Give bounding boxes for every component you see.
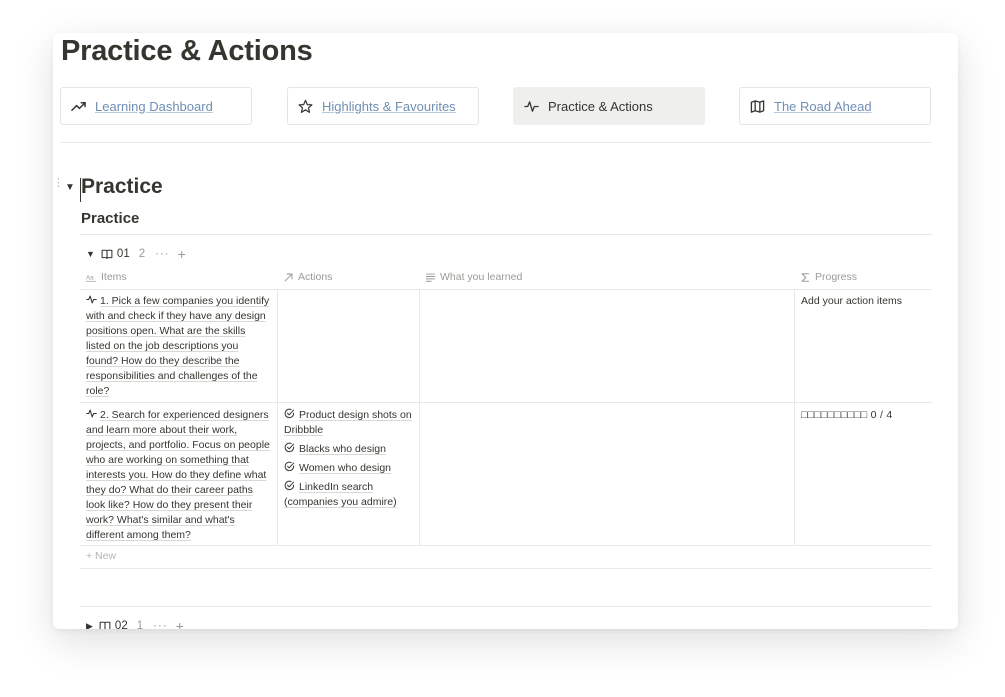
nav-link-highlights[interactable]: Highlights & Favourites (322, 99, 456, 114)
action-label[interactable]: LinkedIn search (companies you admire) (284, 481, 397, 508)
column-header-learned[interactable]: What you learned (425, 271, 522, 283)
nav-link-road-ahead[interactable]: The Road Ahead (774, 99, 872, 114)
nav-card-highlights[interactable]: Highlights & Favourites (287, 87, 479, 125)
column-header-actions[interactable]: Actions (283, 271, 332, 283)
column-label: Items (101, 271, 127, 283)
check-circle-icon (284, 461, 295, 472)
divider (80, 234, 932, 235)
group-name: 01 (116, 248, 130, 260)
database-view-title[interactable]: Practice (81, 210, 139, 227)
group-count: 1 (136, 620, 144, 629)
progress-text: Add your action items (801, 295, 902, 307)
progress-text: □□□□□□□□□□ 0 / 4 (801, 409, 893, 421)
group-add-icon[interactable]: + (178, 246, 186, 262)
group-header-02[interactable]: ▶ 02 1 ··· + (86, 618, 184, 629)
nav-link-learning-dashboard[interactable]: Learning Dashboard (95, 99, 213, 114)
cell-actions[interactable] (277, 289, 419, 402)
item-title[interactable]: 1. Pick a few companies you identify wit… (86, 295, 269, 397)
relation-arrow-icon (284, 273, 293, 281)
column-header-items[interactable]: Aa Items (86, 271, 127, 283)
check-circle-icon (284, 442, 295, 453)
new-row-label[interactable]: + New (86, 550, 116, 562)
cell-progress[interactable]: □□□□□□□□□□ 0 / 4 (794, 403, 932, 545)
cell-learned[interactable] (419, 289, 794, 402)
nav-card-road-ahead[interactable]: The Road Ahead (739, 87, 931, 125)
text-property-icon: Aa (86, 274, 97, 282)
column-label: Progress (815, 271, 858, 283)
action-item[interactable]: Product design shots on Dribbble (284, 408, 413, 438)
check-circle-icon (284, 480, 295, 491)
sigma-icon (801, 272, 809, 282)
activity-icon (86, 409, 97, 418)
svg-text:Aa: Aa (86, 274, 94, 281)
table-header: Aa Items Actions What you learned Progre… (80, 268, 932, 290)
table-row[interactable]: 2. Search for experienced designers and … (80, 403, 932, 546)
action-label[interactable]: Product design shots on Dribbble (284, 409, 412, 436)
group-more-icon[interactable]: ··· (155, 248, 170, 260)
action-label[interactable]: Women who design (299, 462, 391, 474)
toggle-caret-icon[interactable]: ▼ (65, 182, 75, 193)
group-more-icon[interactable]: ··· (153, 620, 168, 629)
map-icon (750, 99, 765, 113)
cell-item[interactable]: 2. Search for experienced designers and … (80, 403, 277, 545)
action-item[interactable]: Blacks who design (284, 442, 413, 457)
cell-learned[interactable] (419, 403, 794, 545)
divider (60, 142, 932, 143)
group-name: 02 (114, 620, 128, 629)
star-icon (298, 99, 313, 113)
item-title[interactable]: 2. Search for experienced designers and … (86, 409, 270, 541)
group-toggle-icon[interactable]: ▶ (86, 621, 93, 630)
action-label[interactable]: Blacks who design (299, 443, 386, 455)
group-count: 2 (138, 248, 146, 260)
activity-icon (86, 295, 97, 304)
divider (80, 606, 932, 607)
check-circle-icon (284, 408, 295, 419)
group-header-01[interactable]: ▼ 01 2 ··· + (86, 246, 186, 262)
book-icon (101, 249, 113, 260)
section-heading[interactable]: Practice (81, 175, 163, 199)
group-add-icon[interactable]: + (176, 618, 184, 629)
nav-card-learning-dashboard[interactable]: Learning Dashboard (60, 87, 252, 125)
cell-item[interactable]: 1. Pick a few companies you identify wit… (80, 289, 277, 402)
column-header-progress[interactable]: Progress (800, 271, 857, 283)
book-icon (99, 621, 111, 629)
new-row-button[interactable]: + New (80, 545, 932, 569)
text-lines-icon (425, 273, 436, 282)
activity-icon (524, 100, 539, 112)
trending-up-icon (71, 101, 86, 111)
nav-card-practice-actions[interactable]: Practice & Actions (513, 87, 705, 125)
notion-page-window: Practice & Actions Learning Dashboard Hi… (53, 33, 958, 629)
drag-handle-icon[interactable]: ⋮ (53, 178, 64, 189)
table-row[interactable]: 1. Pick a few companies you identify wit… (80, 289, 932, 403)
cell-actions[interactable]: Product design shots on Dribbble Blacks … (277, 403, 419, 545)
action-item[interactable]: Women who design (284, 461, 413, 476)
action-item[interactable]: LinkedIn search (companies you admire) (284, 480, 413, 510)
column-label: What you learned (440, 271, 523, 283)
cell-progress[interactable]: Add your action items (794, 289, 932, 402)
nav-label-practice-actions[interactable]: Practice & Actions (548, 99, 653, 114)
group-toggle-icon[interactable]: ▼ (86, 249, 95, 259)
column-label: Actions (298, 271, 333, 283)
page-title: Practice & Actions (61, 35, 313, 67)
